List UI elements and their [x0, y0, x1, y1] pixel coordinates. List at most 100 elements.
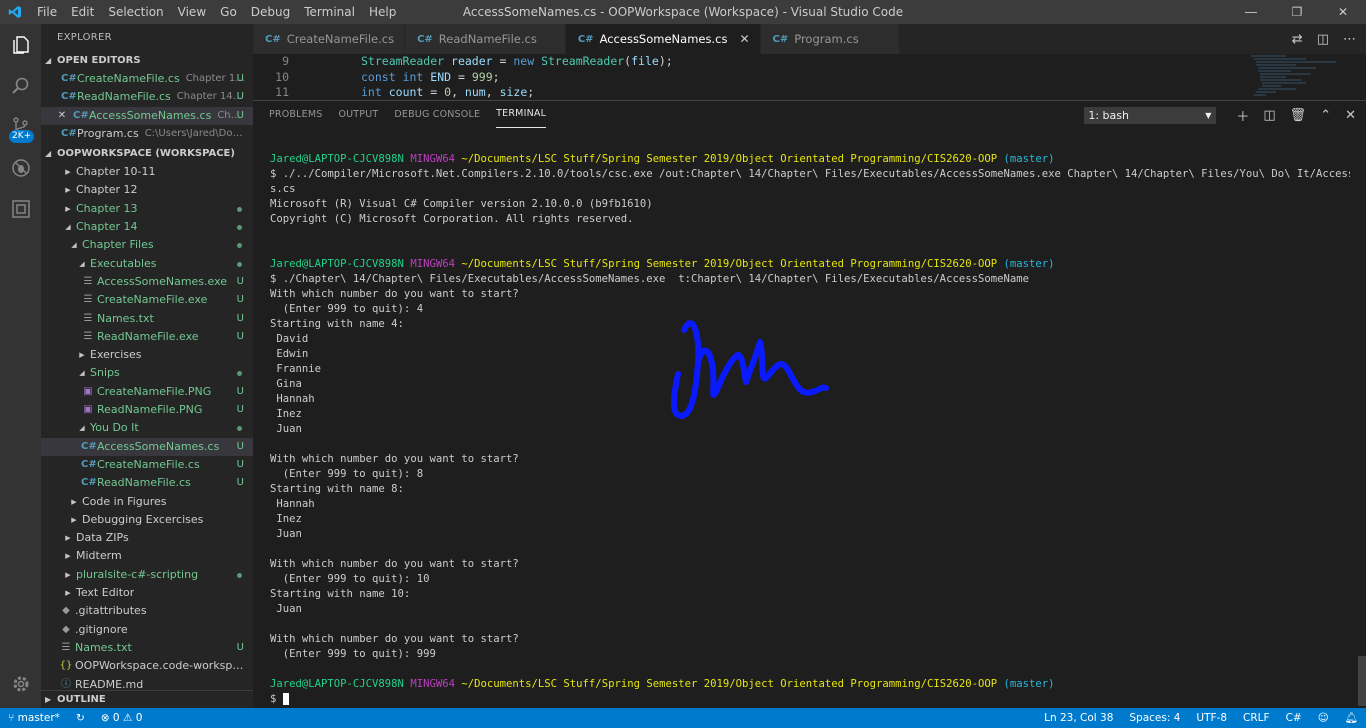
- close-editor-icon[interactable]: ✕: [57, 107, 67, 125]
- new-terminal-icon[interactable]: ＋: [1236, 106, 1249, 125]
- close-window-icon[interactable]: ✕: [1320, 0, 1366, 24]
- tree-folder[interactable]: ▶ Chapter 12: [41, 181, 253, 199]
- close-tab-icon[interactable]: ✕: [739, 32, 749, 46]
- csharp-file-icon: C#: [61, 127, 77, 139]
- minimize-icon[interactable]: ―: [1228, 0, 1274, 24]
- maximize-panel-icon[interactable]: ⌃: [1320, 108, 1331, 123]
- more-actions-icon[interactable]: ⋯: [1343, 32, 1356, 47]
- tree-folder[interactable]: ◢ Snips: [41, 364, 253, 382]
- open-changes-icon[interactable]: ⇄: [1292, 32, 1303, 47]
- tab-accesssomenames[interactable]: C# AccessSomeNames.cs ✕: [565, 24, 761, 54]
- tree-file[interactable]: ☰ CreateNameFile.exe U: [41, 291, 253, 309]
- open-editors-header[interactable]: ◢ OPEN EDITORS: [41, 52, 253, 70]
- terminal-prompt-line: Jared@LAPTOP-CJCV898N MINGW64 ~/Document…: [270, 258, 1055, 270]
- tree-file[interactable]: ▣ ReadNameFile.PNG U: [41, 401, 253, 419]
- terminal-output[interactable]: Jared@LAPTOP-CJCV898N MINGW64 ~/Document…: [270, 152, 1350, 707]
- tab-terminal[interactable]: TERMINAL: [496, 101, 547, 128]
- menu-file[interactable]: File: [30, 0, 64, 24]
- debug-icon[interactable]: [0, 147, 41, 188]
- source-control-icon[interactable]: 2K+: [0, 106, 41, 147]
- image-file-icon: ▣: [83, 385, 93, 397]
- tree-file[interactable]: C# CreateNameFile.cs U: [41, 456, 253, 474]
- open-editor-item[interactable]: C# Program.cs C:\Users\Jared\Docum...: [41, 125, 253, 143]
- tree-file[interactable]: ◆ .gitignore: [41, 621, 253, 639]
- tree-file-selected[interactable]: C# AccessSomeNames.cs U: [41, 437, 253, 456]
- terminal-line: Juan: [270, 528, 302, 540]
- tree-file[interactable]: {} OOPWorkspace.code-workspace: [41, 657, 253, 675]
- tree-file[interactable]: C# ReadNameFile.cs U: [41, 474, 253, 492]
- indentation[interactable]: Spaces: 4: [1121, 708, 1188, 728]
- tab-createnamefile[interactable]: C# CreateNameFile.cs: [253, 24, 406, 54]
- tree-file[interactable]: ◆ .gitattributes: [41, 602, 253, 620]
- modified-dot: [237, 206, 242, 212]
- code-editor[interactable]: 9 StreamReader reader = new StreamReader(…: [253, 54, 1366, 100]
- tree-folder[interactable]: ▶ Exercises: [41, 346, 253, 364]
- encoding[interactable]: UTF-8: [1188, 708, 1235, 728]
- tree-folder[interactable]: ▶ Text Editor: [41, 584, 253, 602]
- tree-folder[interactable]: ▶ Chapter 10-11: [41, 163, 253, 181]
- code-line: 10 const int END = 999;: [275, 69, 500, 84]
- extensions-icon[interactable]: [0, 188, 41, 229]
- terminal-select[interactable]: 1: bash ▼: [1084, 107, 1217, 124]
- menu-view[interactable]: View: [171, 0, 213, 24]
- terminal-scrollbar[interactable]: [1358, 656, 1366, 706]
- tree-file[interactable]: ☰ ReadNameFile.exe U: [41, 328, 253, 346]
- tree-folder[interactable]: ▶ Debugging Excercises: [41, 511, 253, 529]
- search-icon[interactable]: [0, 65, 41, 106]
- menu-terminal[interactable]: Terminal: [297, 0, 362, 24]
- settings-gear-icon[interactable]: [0, 663, 41, 704]
- menu-go[interactable]: Go: [213, 0, 244, 24]
- tab-output[interactable]: OUTPUT: [338, 101, 378, 128]
- split-terminal-icon[interactable]: ◫: [1263, 108, 1275, 123]
- branch-status[interactable]: ⑂ master*: [0, 708, 68, 728]
- menu-selection[interactable]: Selection: [101, 0, 170, 24]
- tree-folder[interactable]: ◢ Chapter Files: [41, 236, 253, 254]
- tree-folder[interactable]: ◢ You Do It: [41, 419, 253, 437]
- status-right: Ln 23, Col 38 Spaces: 4 UTF-8 CRLF C# ☺ …: [1036, 708, 1366, 728]
- warning-icon: ⚠: [122, 712, 133, 724]
- status-bar: ⑂ master* ↻ ⊗ 0 ⚠ 0 Ln 23, Col 38 Spaces…: [0, 708, 1366, 728]
- tree-folder[interactable]: ▶ pluralsite-c#-scripting: [41, 566, 253, 584]
- tab-program[interactable]: C# Program.cs: [760, 24, 900, 54]
- outline-header[interactable]: ▶ OUTLINE: [41, 690, 253, 708]
- minimap[interactable]: [1246, 54, 1356, 100]
- notifications-bell-icon[interactable]: 🔔︎: [1337, 708, 1366, 728]
- tab-debug-console[interactable]: DEBUG CONSOLE: [394, 101, 480, 128]
- chevron-down-icon: ◢: [79, 259, 85, 268]
- tree-file[interactable]: ▣ CreateNameFile.PNG U: [41, 383, 253, 401]
- workspace-header[interactable]: ◢ OOPWORKSPACE (WORKSPACE): [41, 145, 253, 163]
- tree-folder[interactable]: ◢ Executables: [41, 255, 253, 273]
- tree-folder[interactable]: ▶ Midterm: [41, 547, 253, 565]
- json-braces-icon: {}: [59, 660, 73, 672]
- open-editor-item[interactable]: C# CreateNameFile.cs Chapter 1... U: [41, 70, 253, 88]
- line-ending[interactable]: CRLF: [1235, 708, 1278, 728]
- sync-icon[interactable]: ↻: [68, 708, 93, 728]
- tab-problems[interactable]: PROBLEMS: [269, 101, 322, 128]
- cursor-position[interactable]: Ln 23, Col 38: [1036, 708, 1121, 728]
- tree-folder[interactable]: ▶ Data ZIPs: [41, 529, 253, 547]
- tree-file[interactable]: ☰ Names.txt U: [41, 310, 253, 328]
- menu-edit[interactable]: Edit: [64, 0, 101, 24]
- terminal-input-line[interactable]: $: [270, 692, 1350, 707]
- tree-folder[interactable]: ◢ Chapter 14: [41, 218, 253, 236]
- restore-icon[interactable]: ❐: [1274, 0, 1320, 24]
- explorer-icon[interactable]: [0, 24, 41, 65]
- split-editor-icon[interactable]: ◫: [1317, 32, 1329, 47]
- open-editor-item-active[interactable]: ✕ C# AccessSomeNames.cs Chapt... U: [41, 106, 253, 125]
- open-editor-item[interactable]: C# ReadNameFile.cs Chapter 14\... U: [41, 88, 253, 106]
- terminal-line: With which number do you want to start?: [270, 558, 519, 570]
- problems-status[interactable]: ⊗ 0 ⚠ 0: [93, 708, 151, 728]
- menu-debug[interactable]: Debug: [244, 0, 297, 24]
- tab-readnamefile[interactable]: C# ReadNameFile.cs: [405, 24, 566, 54]
- trash-icon[interactable]: 🗑︎: [1290, 108, 1307, 123]
- language-mode[interactable]: C#: [1278, 708, 1310, 728]
- tree-folder[interactable]: ▶ Code in Figures: [41, 493, 253, 511]
- terminal-line: $ ./../Compiler/Microsoft.Net.Compilers.…: [270, 168, 1350, 180]
- feedback-smiley-icon[interactable]: ☺: [1310, 708, 1337, 728]
- close-panel-icon[interactable]: ✕: [1345, 108, 1356, 123]
- tree-file[interactable]: ☰ Names.txt U: [41, 639, 253, 657]
- menu-help[interactable]: Help: [362, 0, 403, 24]
- tree-folder[interactable]: ▶ Chapter 13: [41, 200, 253, 218]
- tree-file[interactable]: ☰ AccessSomeNames.exe U: [41, 273, 253, 291]
- image-file-icon: ▣: [83, 404, 93, 416]
